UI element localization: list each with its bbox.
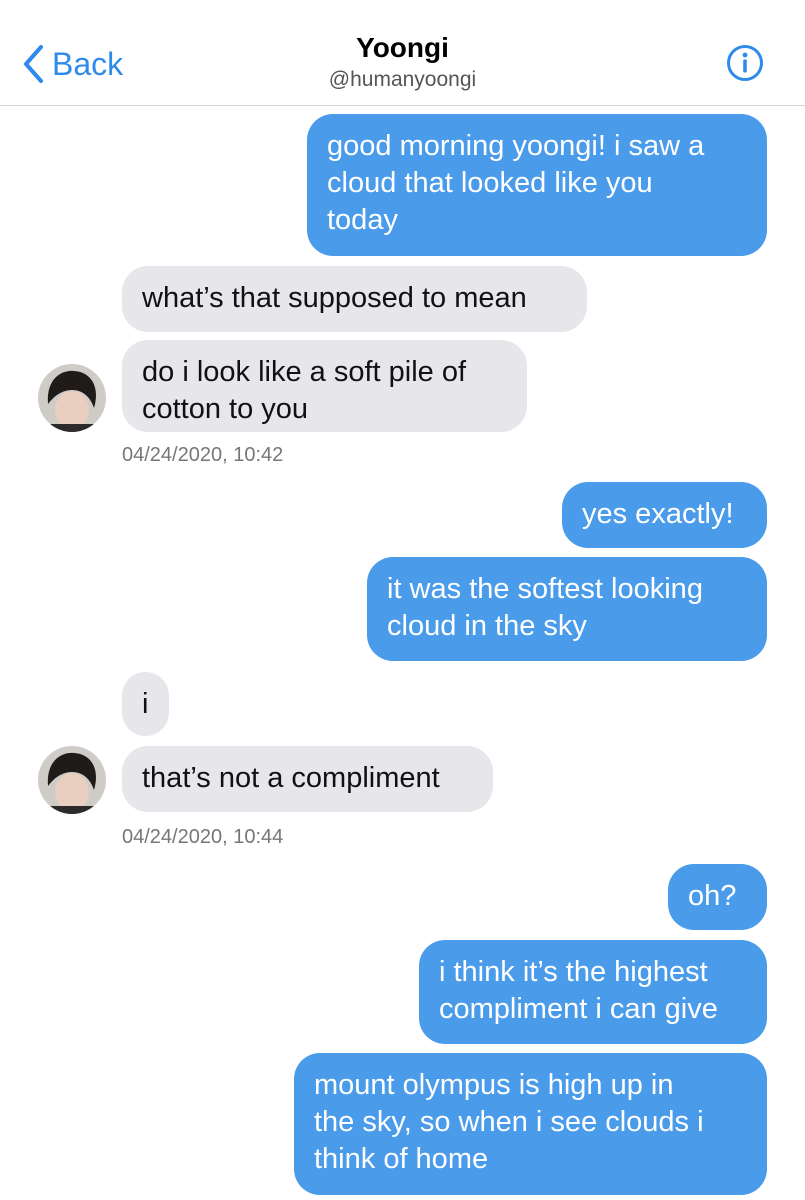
message-line: cotton to you [142,393,309,425]
avatar[interactable] [38,364,106,432]
message-bubble-outgoing[interactable]: yes exactly! [562,482,767,548]
message-line: what’s that supposed to mean [142,282,527,314]
message-line: cloud that looked like you [327,167,653,199]
message-bubble-incoming[interactable]: i [122,672,169,736]
message-bubble-incoming[interactable]: what’s that supposed to mean [122,266,587,332]
message-bubble-outgoing[interactable]: oh? [668,864,767,930]
message-line: i [142,688,149,720]
message-line: do i look like a soft pile of [142,356,467,388]
message-bubble-outgoing[interactable]: it was the softest looking cloud in the … [367,557,767,661]
message-line: good morning yoongi! i saw a [327,130,705,162]
contact-handle: @humanyoongi [328,68,477,91]
message-timestamp: 04/24/2020, 10:42 [122,444,284,466]
message-bubble-incoming[interactable]: do i look like a soft pile of cotton to … [122,340,527,432]
conversation-title: Yoongi @humanyoongi [0,32,805,92]
message-bubble-outgoing[interactable]: good morning yoongi! i saw a cloud that … [307,114,767,256]
message-bubble-outgoing[interactable]: mount olympus is high up in the sky, so … [294,1053,767,1195]
message-line: think of home [314,1143,489,1175]
message-line: i think it’s the highest [439,956,708,988]
message-line: that’s not a compliment [142,762,440,794]
message-line: cloud in the sky [387,610,587,642]
avatar[interactable] [38,746,106,814]
message-bubble-outgoing[interactable]: i think it’s the highest compliment i ca… [419,940,767,1044]
message-timestamp: 04/24/2020, 10:44 [122,826,284,848]
message-line: oh? [688,880,737,912]
info-icon [726,44,764,82]
message-line: mount olympus is high up in [314,1069,674,1101]
message-line: it was the softest looking [387,573,703,605]
message-line: today [327,204,398,236]
contact-name: Yoongi [356,32,449,63]
message-bubble-incoming[interactable]: that’s not a compliment [122,746,493,812]
info-button[interactable] [726,44,764,82]
message-line: the sky, so when i see clouds i [314,1106,704,1138]
conversation-header: Back Yoongi @humanyoongi [0,0,805,106]
message-line: yes exactly! [582,498,734,530]
message-line: compliment i can give [439,993,718,1025]
